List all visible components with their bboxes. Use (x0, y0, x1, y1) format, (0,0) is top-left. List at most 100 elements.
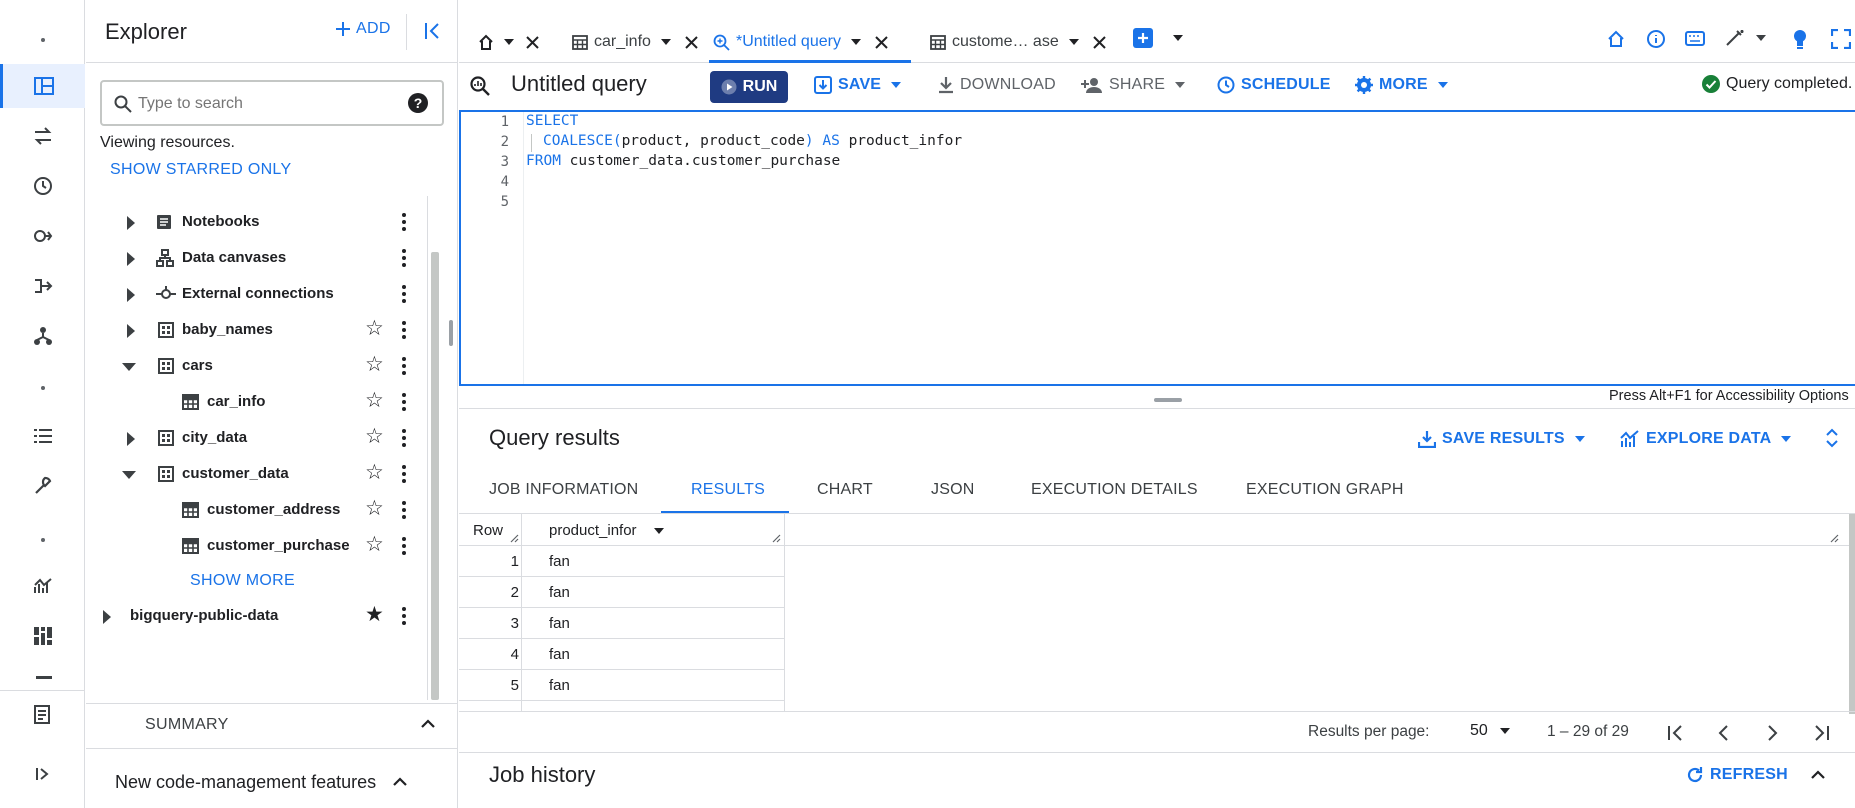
editor-resize-handle[interactable] (1154, 398, 1182, 402)
star-outline-icon[interactable]: ☆ (365, 534, 384, 555)
tab-chart[interactable]: CHART (817, 481, 873, 499)
home-icon[interactable] (1607, 30, 1625, 48)
help-icon[interactable]: ? (408, 93, 428, 113)
panel-resize-handle[interactable] (449, 320, 453, 346)
dropdown-icon[interactable] (1068, 39, 1079, 45)
schedule-button[interactable]: SCHEDULE (1217, 73, 1331, 97)
history-nav-button[interactable] (0, 164, 85, 208)
expand-icon[interactable] (127, 324, 135, 338)
more-vert-icon[interactable] (402, 321, 406, 342)
explorer-search-input[interactable] (138, 92, 398, 116)
fullscreen-icon[interactable] (1831, 29, 1851, 49)
chevron-up-icon[interactable] (392, 776, 408, 786)
results-per-page-select[interactable]: 50 (1470, 722, 1510, 740)
more-vert-icon[interactable] (402, 249, 406, 270)
tab-home[interactable] (478, 24, 539, 60)
more-vert-icon[interactable] (402, 393, 406, 414)
sql-editor[interactable]: 1 2 3 4 5 SELECT COALESCE(product, produ… (459, 110, 1855, 386)
transfers-nav-button[interactable] (0, 114, 85, 158)
keyboard-icon[interactable] (1685, 31, 1705, 46)
table-row[interactable]: 4 fan (459, 639, 785, 670)
tab-execution-graph[interactable]: EXECUTION GRAPH (1246, 481, 1404, 499)
star-outline-icon[interactable]: ☆ (365, 318, 384, 339)
new-tab-button[interactable] (1133, 28, 1153, 48)
tab-results[interactable]: RESULTS (691, 481, 765, 499)
expand-icon[interactable] (127, 216, 135, 230)
magic-wand-icon[interactable] (1725, 29, 1745, 47)
expand-icon[interactable] (127, 432, 135, 446)
resize-handle-icon[interactable] (772, 534, 781, 543)
refresh-button[interactable]: REFRESH (1686, 763, 1788, 787)
tree-item-dataset[interactable]: baby_names ☆ (86, 312, 446, 348)
more-vert-icon[interactable] (402, 285, 406, 306)
tree-item-dataset[interactable]: customer_data ☆ (86, 456, 446, 492)
star-outline-icon[interactable]: ☆ (365, 498, 384, 519)
close-icon[interactable] (526, 35, 539, 49)
column-header-product[interactable]: product_infor (549, 522, 637, 539)
chevron-up-icon[interactable] (420, 718, 436, 728)
more-vert-icon[interactable] (402, 213, 406, 234)
star-outline-icon[interactable]: ☆ (365, 354, 384, 375)
more-button[interactable]: MORE (1355, 73, 1448, 97)
add-button[interactable]: ADD (336, 20, 391, 38)
monitoring-nav-button[interactable] (0, 564, 85, 608)
tab-customer-purchase[interactable]: custome… ase (930, 24, 1106, 60)
close-icon[interactable] (1093, 35, 1106, 49)
dashboard-nav-button[interactable] (0, 614, 85, 658)
more-vert-icon[interactable] (402, 465, 406, 486)
star-outline-icon[interactable]: ☆ (365, 390, 384, 411)
table-row[interactable]: 1 fan (459, 546, 785, 577)
results-scrollbar[interactable] (1849, 514, 1855, 714)
save-button[interactable]: SAVE (814, 73, 902, 97)
table-row[interactable]: 5 fan (459, 670, 785, 701)
tab-execution-details[interactable]: EXECUTION DETAILS (1031, 481, 1198, 499)
expand-icon[interactable] (103, 610, 111, 624)
notes-nav-button[interactable] (0, 692, 85, 736)
explore-data-button[interactable]: EXPLORE DATA (1620, 427, 1792, 451)
tree-item-notebooks[interactable]: Notebooks (86, 204, 446, 240)
expand-collapse-icon[interactable] (1825, 428, 1839, 448)
download-button[interactable]: DOWNLOAD (938, 73, 1056, 97)
dropdown-icon[interactable] (1756, 35, 1766, 41)
close-icon[interactable] (875, 35, 888, 49)
tree-item-data-canvases[interactable]: Data canvases (86, 240, 446, 276)
list-nav-button[interactable] (0, 414, 85, 458)
chevron-up-icon[interactable] (1810, 769, 1826, 779)
tab-list-dropdown-icon[interactable] (1173, 35, 1183, 41)
admin-nav-button[interactable] (0, 464, 85, 508)
expand-rail-button[interactable] (0, 752, 85, 796)
table-row[interactable]: 3 fan (459, 608, 785, 639)
tree-item-table[interactable]: car_info ☆ (86, 384, 446, 420)
run-button[interactable]: RUN (710, 71, 788, 103)
collapse-icon[interactable] (122, 471, 136, 479)
tree-item-table[interactable]: customer_purchase ☆ (86, 528, 446, 564)
explorer-scrollbar[interactable] (431, 252, 439, 700)
tab-untitled-query[interactable]: *Untitled query (709, 24, 911, 63)
explorer-search-box[interactable]: ? (100, 80, 444, 126)
info-icon[interactable] (1646, 29, 1666, 49)
expand-icon[interactable] (127, 252, 135, 266)
analytics-hub-nav-button[interactable] (0, 214, 85, 258)
expand-icon[interactable] (127, 288, 135, 302)
more-vert-icon[interactable] (402, 607, 406, 628)
tree-item-external-connections[interactable]: External connections (86, 276, 446, 312)
collapse-icon[interactable] (122, 363, 136, 371)
more-vert-icon[interactable] (402, 537, 406, 558)
more-vert-icon[interactable] (402, 501, 406, 522)
dropdown-icon[interactable] (850, 39, 861, 45)
tree-item-dataset[interactable]: city_data ☆ (86, 420, 446, 456)
tab-json[interactable]: JSON (931, 481, 974, 499)
next-page-icon[interactable] (1767, 724, 1779, 742)
dropdown-icon[interactable] (504, 39, 514, 45)
previous-page-icon[interactable] (1717, 724, 1729, 742)
dropdown-icon[interactable] (660, 39, 671, 45)
pipelines-nav-button[interactable] (0, 264, 85, 308)
resize-handle-icon[interactable] (1830, 534, 1839, 543)
lightbulb-icon[interactable] (1792, 29, 1808, 49)
collapse-explorer-button[interactable] (424, 22, 444, 40)
first-page-icon[interactable] (1667, 724, 1683, 742)
star-filled-icon[interactable]: ★ (365, 604, 384, 625)
share-button[interactable]: SHARE (1081, 73, 1186, 97)
explorer-nav-button[interactable] (0, 64, 85, 108)
more-vert-icon[interactable] (402, 429, 406, 450)
